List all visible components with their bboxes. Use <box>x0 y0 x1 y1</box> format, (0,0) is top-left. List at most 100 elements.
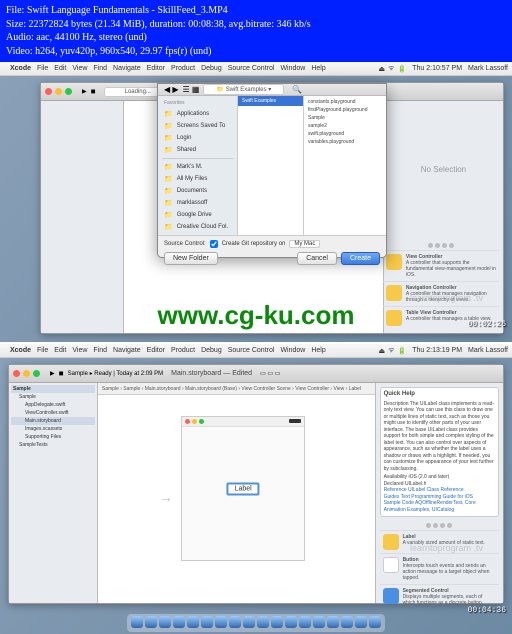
nav-viewcontroller[interactable]: ViewController.swift <box>11 409 95 417</box>
dock-icon[interactable] <box>327 616 339 628</box>
menu-source-control[interactable]: Source Control <box>228 347 275 354</box>
sidebar-item-marklassoff[interactable]: marklassoff <box>158 197 237 209</box>
menubar-status-icons[interactable]: ⏏ᯤ🔋 <box>378 346 406 355</box>
dock-icon[interactable] <box>299 616 311 628</box>
dock-icon[interactable] <box>243 616 255 628</box>
dock-icon[interactable] <box>187 616 199 628</box>
scheme-selector[interactable]: Sample ▸ Ready | Today at 2:09 PM <box>68 370 164 377</box>
dock-icon[interactable] <box>271 616 283 628</box>
sidebar-item-all-files[interactable]: All My Files <box>158 173 237 185</box>
library-item-view-controller[interactable]: View ControllerA controller that support… <box>383 250 499 281</box>
cancel-button[interactable]: Cancel <box>297 252 337 265</box>
sidebar-item-shared[interactable]: Shared <box>158 144 237 156</box>
stop-button[interactable]: ◼ <box>91 88 96 95</box>
file-sample2[interactable]: sample2 <box>306 122 384 130</box>
sidebar-item-documents[interactable]: Documents <box>158 185 237 197</box>
file-swift-playground[interactable]: swift.playground <box>306 130 384 138</box>
sidebar-item-creative-cloud[interactable]: Creative Cloud Fol. <box>158 221 237 233</box>
library-item-button[interactable]: ButtonIntercepts touch events and sends … <box>380 553 499 584</box>
dock-icon[interactable] <box>285 616 297 628</box>
dock-icon[interactable] <box>229 616 241 628</box>
menu-source-control[interactable]: Source Control <box>228 65 275 72</box>
search-icon[interactable]: 🔍 <box>292 85 302 94</box>
dock-icon[interactable] <box>355 616 367 628</box>
sidebar-item-marks-mac[interactable]: Mark's M. <box>158 161 237 173</box>
dock-icon[interactable] <box>313 616 325 628</box>
save-sheet[interactable]: ◀ ▶ ☰ ▦ 📁 Swift Examples ▾ 🔍 Favorites A… <box>157 83 387 258</box>
nav-supporting[interactable]: Supporting Files <box>11 433 95 441</box>
dock-icon[interactable] <box>201 616 213 628</box>
stop-button[interactable]: ◼ <box>59 370 64 377</box>
library-filter-tabs[interactable] <box>380 521 499 530</box>
back-forward-icons[interactable]: ◀ ▶ <box>164 85 179 94</box>
dock-icon[interactable] <box>257 616 269 628</box>
menu-help[interactable]: Help <box>311 347 325 354</box>
menu-find[interactable]: Find <box>93 347 107 354</box>
menu-editor[interactable]: Editor <box>147 347 165 354</box>
file-first-playground[interactable]: firstPlayground.playground <box>306 106 384 114</box>
menu-edit[interactable]: Edit <box>54 65 66 72</box>
editor-area[interactable]: Sample › Sample › Main.storyboard › Main… <box>98 383 375 603</box>
menu-help[interactable]: Help <box>311 65 325 72</box>
menu-view[interactable]: View <box>72 65 87 72</box>
ui-label-element[interactable]: Label <box>227 482 260 495</box>
menu-view[interactable]: View <box>72 347 87 354</box>
file-constants[interactable]: constants.playground <box>306 98 384 106</box>
mac-menubar[interactable]: Xcode File Edit View Find Navigate Edito… <box>0 62 512 76</box>
dialog-sidebar[interactable]: Favorites Applications Screens Saved To … <box>158 96 238 235</box>
dock-icon[interactable] <box>173 616 185 628</box>
sidebar-item-screens[interactable]: Screens Saved To <box>158 120 237 132</box>
storyboard-canvas[interactable]: → Label <box>98 395 375 603</box>
view-controller-scene[interactable]: Label <box>181 416 305 562</box>
menu-window[interactable]: Window <box>280 347 305 354</box>
app-menu[interactable]: Xcode <box>10 347 31 354</box>
menu-navigate[interactable]: Navigate <box>113 65 141 72</box>
menubar-user[interactable]: Mark Lassoff <box>468 347 508 354</box>
menu-product[interactable]: Product <box>171 347 195 354</box>
window-controls[interactable] <box>13 370 40 377</box>
view-mode-icons[interactable]: ☰ ▦ <box>183 85 200 94</box>
initial-scene-arrow[interactable]: → <box>159 489 173 505</box>
menu-product[interactable]: Product <box>171 65 195 72</box>
git-location-popup[interactable]: My Mac <box>289 240 320 248</box>
project-root[interactable]: Sample <box>11 385 95 393</box>
xcode-window[interactable]: ▶ ◼ Sample ▸ Ready | Today at 2:09 PM Ma… <box>8 364 504 604</box>
dock-icon[interactable] <box>145 616 157 628</box>
menubar-status-icons[interactable]: ⏏ᯤ🔋 <box>378 64 406 73</box>
nav-appdelegate[interactable]: AppDelegate.swift <box>11 401 95 409</box>
dock-icon[interactable] <box>341 616 353 628</box>
dock-icon[interactable] <box>131 616 143 628</box>
column-1[interactable]: Swift Examples <box>238 96 304 235</box>
navigator-panel[interactable] <box>41 101 124 333</box>
dock-icon[interactable] <box>369 616 381 628</box>
window-controls[interactable] <box>45 88 72 95</box>
editor-layout-icons[interactable]: ▭ ▭ ▭ <box>260 370 280 377</box>
folder-swift-examples[interactable]: Swift Examples <box>238 96 303 106</box>
git-checkbox[interactable] <box>210 240 218 248</box>
nav-sample-group[interactable]: Sample <box>11 393 95 401</box>
column-2[interactable]: constants.playground firstPlayground.pla… <box>304 96 386 235</box>
file-sample[interactable]: Sample <box>306 114 384 122</box>
jump-bar[interactable]: Sample › Sample › Main.storyboard › Main… <box>98 383 375 395</box>
menu-edit[interactable]: Edit <box>54 347 66 354</box>
utilities-panel[interactable]: Quick Help Description The UILabel class… <box>375 383 503 603</box>
location-popup[interactable]: 📁 Swift Examples ▾ <box>203 84 284 95</box>
create-button[interactable]: Create <box>341 252 380 265</box>
nav-main-storyboard[interactable]: Main.storyboard <box>11 417 95 425</box>
xcode-window[interactable]: ▶ ◼ Loading... ▭ ▭ ▭ No Selection View C… <box>40 82 504 334</box>
library-filter-tabs[interactable] <box>383 241 499 250</box>
sidebar-item-login[interactable]: Login <box>158 132 237 144</box>
mac-menubar[interactable]: Xcode File Edit View Find Navigate Edito… <box>0 344 512 358</box>
menu-window[interactable]: Window <box>280 65 305 72</box>
menubar-clock[interactable]: Thu 2:10:57 PM <box>412 65 462 72</box>
dock-icon[interactable] <box>159 616 171 628</box>
file-variables[interactable]: variables.playground <box>306 138 384 146</box>
app-menu[interactable]: Xcode <box>10 65 31 72</box>
menubar-clock[interactable]: Thu 2:13:19 PM <box>412 347 462 354</box>
navigator-panel[interactable]: Sample Sample AppDelegate.swift ViewCont… <box>9 383 98 603</box>
menu-editor[interactable]: Editor <box>147 65 165 72</box>
run-button[interactable]: ▶ <box>50 370 55 377</box>
menubar-user[interactable]: Mark Lassoff <box>468 65 508 72</box>
dock[interactable] <box>127 614 385 632</box>
nav-images[interactable]: Images.xcassets <box>11 425 95 433</box>
